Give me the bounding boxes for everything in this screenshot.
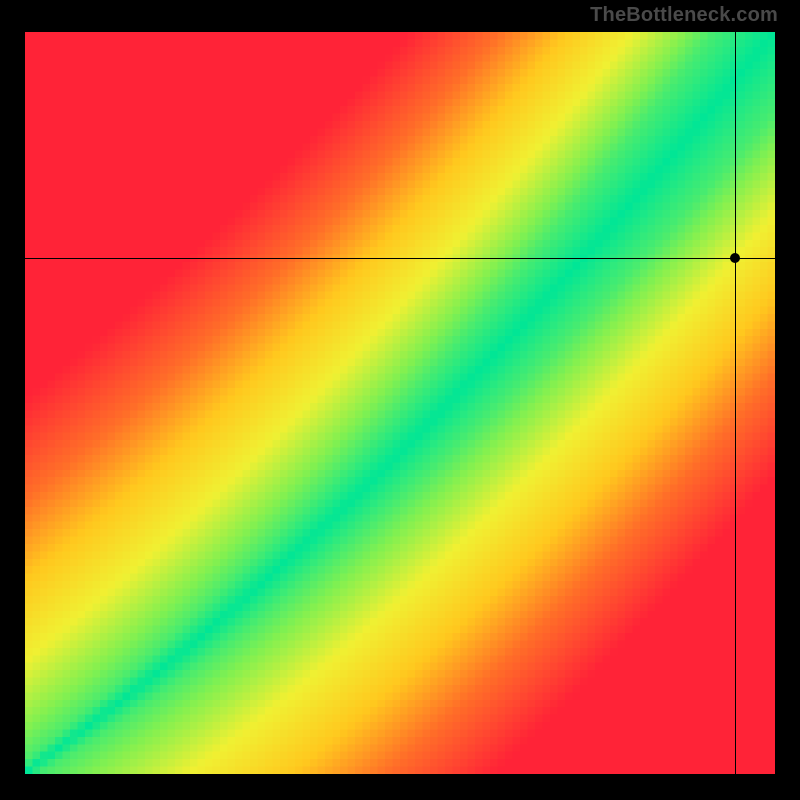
plot-area: [25, 32, 775, 774]
attribution-label: TheBottleneck.com: [590, 4, 778, 27]
chart-frame: TheBottleneck.com: [0, 0, 800, 800]
bottleneck-heatmap: [25, 32, 775, 774]
